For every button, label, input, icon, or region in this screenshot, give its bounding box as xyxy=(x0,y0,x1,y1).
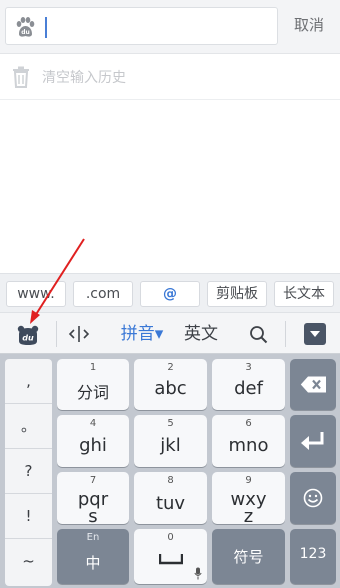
long-text-button[interactable]: 长文本 xyxy=(274,281,334,307)
search-icon[interactable] xyxy=(249,325,268,344)
space-icon xyxy=(159,554,183,565)
trash-icon xyxy=(13,66,29,88)
key-number: 4 xyxy=(89,418,97,429)
key-label: 分词 xyxy=(76,383,109,402)
mic-icon xyxy=(194,567,202,580)
symbol-question-key[interactable]: ? xyxy=(5,449,52,494)
space-key[interactable]: 0 xyxy=(134,529,207,584)
key-label-bottom: s xyxy=(88,506,98,527)
baidu-paw-icon: du xyxy=(16,17,35,37)
key-label: 123 xyxy=(299,546,327,562)
enter-icon xyxy=(301,432,324,450)
svg-text:du: du xyxy=(22,334,34,343)
key-1-fenci[interactable]: 1 分词 xyxy=(57,359,129,410)
pinyin-mode-tab[interactable]: 拼音▾ xyxy=(112,313,172,355)
english-mode-tab[interactable]: 英文 xyxy=(176,313,226,355)
key-number: 1 xyxy=(89,362,97,373)
symbol-tilde-key[interactable]: ~ xyxy=(5,539,52,584)
com-shortcut-button[interactable]: .com xyxy=(73,281,133,307)
key-label: pqr s xyxy=(57,491,129,527)
key-number: 2 xyxy=(167,362,174,373)
emoji-icon xyxy=(303,488,323,508)
number-key[interactable]: 123 xyxy=(290,529,336,584)
key-label: jkl xyxy=(160,435,181,456)
clear-history-row[interactable]: 清空输入历史 xyxy=(0,54,340,100)
key-number: 3 xyxy=(245,362,252,373)
key-number: 6 xyxy=(245,418,252,429)
key-7-pqrs[interactable]: 7 pqr s xyxy=(57,472,129,527)
key-label: abc xyxy=(154,378,187,399)
symbol-key[interactable]: 符号 xyxy=(212,529,285,584)
key-number: 0 xyxy=(167,532,174,543)
key-number: 7 xyxy=(89,475,97,486)
key-label: 符号 xyxy=(233,548,264,566)
key-number: 5 xyxy=(167,418,174,429)
key-label: 中 xyxy=(85,554,101,572)
collapse-keyboard-icon[interactable] xyxy=(304,323,326,345)
symbol-column[interactable]: , 。 ? ! ~ xyxy=(5,359,52,586)
clear-history-label: 清空输入历史 xyxy=(42,70,126,86)
key-label: wxy z xyxy=(212,491,285,527)
baidu-input-logo-icon[interactable]: du xyxy=(17,325,39,345)
backspace-key[interactable] xyxy=(290,359,336,410)
keyboard: , 。 ? ! ~ 1 分词 2 abc 3 def 4 ghi 5 jkl 6… xyxy=(0,354,340,588)
key-number: 9 xyxy=(245,475,252,486)
symbol-comma-key[interactable]: , xyxy=(5,359,52,404)
key-8-tuv[interactable]: 8 tuv xyxy=(134,472,207,524)
enter-key[interactable] xyxy=(290,415,336,467)
text-caret xyxy=(45,17,47,38)
toolbar-separator xyxy=(56,321,57,347)
toolbar-separator xyxy=(285,321,286,347)
key-5-jkl[interactable]: 5 jkl xyxy=(134,415,207,467)
search-input[interactable]: du xyxy=(5,7,278,45)
key-label: def xyxy=(234,378,263,399)
emoji-key[interactable] xyxy=(290,472,336,524)
key-label: tuv xyxy=(155,493,186,514)
symbol-exclaim-key[interactable]: ! xyxy=(5,494,52,539)
key-2-abc[interactable]: 2 abc xyxy=(134,359,207,410)
cancel-button[interactable]: 取消 xyxy=(285,14,333,35)
key-9-wxyz[interactable]: 9 wxy z xyxy=(212,472,285,527)
shortcut-row: www. .com @ 剪贴板 长文本 xyxy=(0,273,340,312)
key-label: mno xyxy=(228,435,269,456)
key-label: ghi xyxy=(79,435,107,456)
key-6-mno[interactable]: 6 mno xyxy=(212,415,285,467)
www-shortcut-button[interactable]: www. xyxy=(6,281,66,307)
key-3-def[interactable]: 3 def xyxy=(212,359,285,410)
key-number: 8 xyxy=(167,475,174,486)
key-lang-top: En xyxy=(86,532,100,543)
language-switch-key[interactable]: En 中 xyxy=(57,529,129,584)
keyboard-toolbar: du 拼音▾ 英文 xyxy=(0,312,340,354)
key-label-bottom: z xyxy=(243,506,254,527)
clipboard-button[interactable]: 剪贴板 xyxy=(207,281,267,307)
svg-text:du: du xyxy=(21,29,30,36)
backspace-icon xyxy=(300,376,326,393)
search-bar: du 取消 xyxy=(0,0,340,54)
symbol-period-key[interactable]: 。 xyxy=(5,404,52,449)
cursor-move-icon[interactable] xyxy=(68,325,90,343)
key-4-ghi[interactable]: 4 ghi xyxy=(57,415,129,467)
at-shortcut-button[interactable]: @ xyxy=(140,281,200,307)
